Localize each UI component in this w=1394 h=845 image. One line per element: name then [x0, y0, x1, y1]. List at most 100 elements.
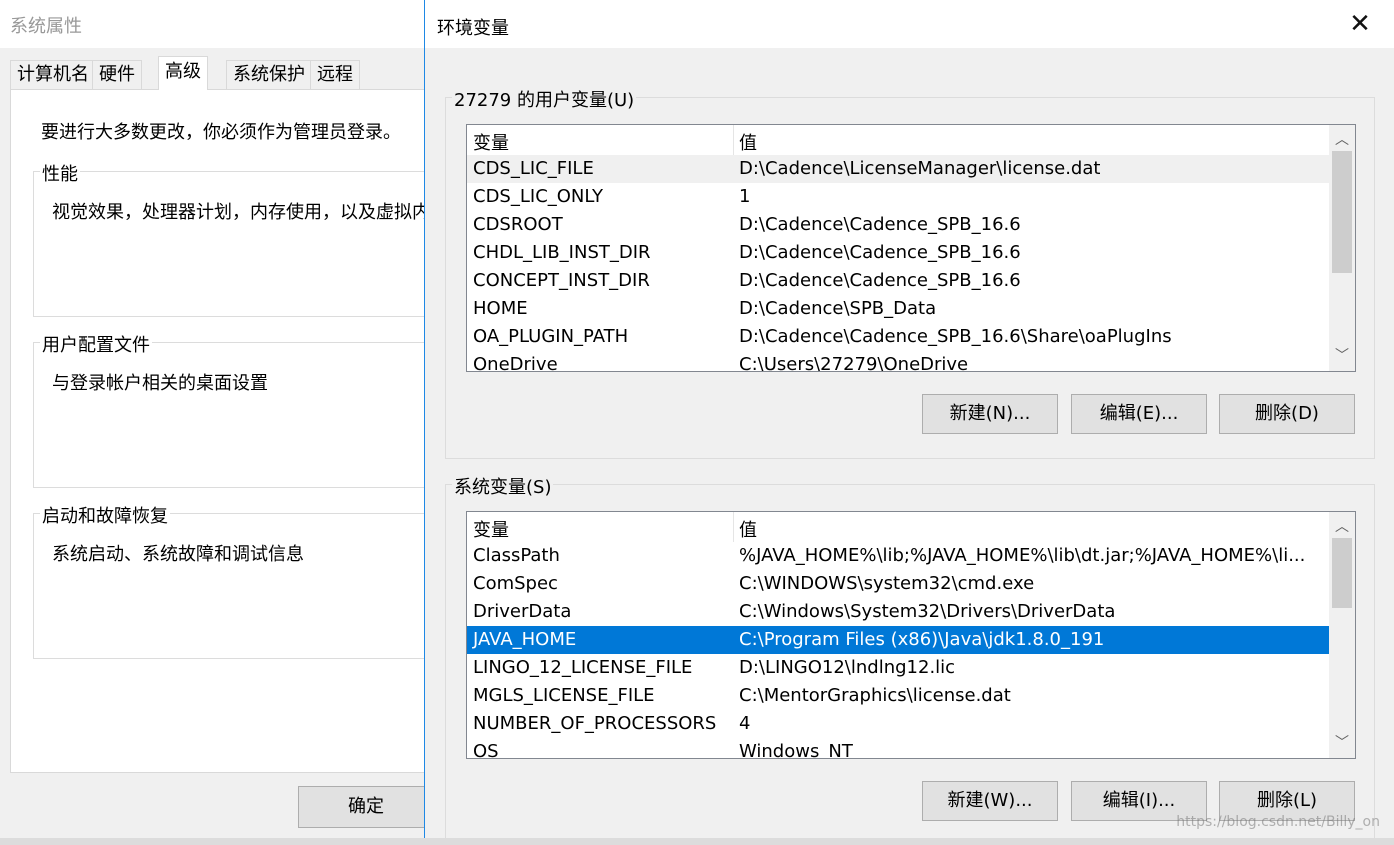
table-row[interactable]: LINGO_12_LICENSE_FILE D:\LINGO12\lndlng12… — [467, 654, 1329, 682]
watermark: https://blog.csdn.net/Billy_on — [1176, 814, 1380, 830]
scrollbar-thumb[interactable] — [1332, 151, 1352, 273]
tab-computer-name[interactable]: 计算机名 — [10, 60, 96, 89]
variable-value: D:\LINGO12\lndlng12.lic — [739, 657, 956, 678]
dialog-title: 环境变量 — [437, 18, 509, 39]
group-description: 系统启动、系统故障和调试信息 — [52, 544, 304, 565]
window-title: 系统属性 — [10, 16, 82, 37]
user-variables-list[interactable]: 变量 值 CDS_LIC_FILE D:\Cadence\LicenseManag… — [466, 124, 1356, 372]
group-description: 视觉效果，处理器计划，内存使用，以及虚拟内 — [52, 202, 430, 223]
system-properties-titlebar: 系统属性 — [0, 0, 430, 48]
user-new-button[interactable]: 新建(N)... — [922, 394, 1058, 434]
variable-value: D:\Cadence\LicenseManager\license.dat — [739, 158, 1101, 179]
startup-recovery-group: 启动和故障恢复 系统启动、系统故障和调试信息 — [33, 502, 435, 659]
variable-name: CDSROOT — [473, 214, 563, 235]
group-title: 启动和故障恢复 — [40, 502, 170, 528]
system-new-button[interactable]: 新建(W)... — [922, 781, 1058, 821]
variable-value: C:\Windows\System32\Drivers\DriverData — [739, 601, 1116, 622]
variable-name: MGLS_LICENSE_FILE — [473, 685, 655, 706]
table-row[interactable]: CDS_LIC_FILE D:\Cadence\LicenseManager\li… — [467, 155, 1329, 183]
variable-value: C:\Users\27279\OneDrive — [739, 354, 969, 372]
table-row[interactable]: OS Windows_NT — [467, 738, 1329, 759]
table-row[interactable]: DriverData C:\Windows\System32\Drivers\Dr… — [467, 598, 1329, 626]
dialog-titlebar: 环境变量 ✕ — [425, 0, 1394, 48]
variable-value: D:\Cadence\Cadence_SPB_16.6 — [739, 242, 1021, 263]
variable-name: CONCEPT_INST_DIR — [473, 270, 650, 291]
table-row-selected[interactable]: JAVA_HOME C:\Program Files (x86)\Java\jdk… — [467, 626, 1329, 654]
scroll-up-icon[interactable]: ︿ — [1329, 516, 1355, 538]
variable-value: %JAVA_HOME%\lib;%JAVA_HOME%\lib\dt.jar;%… — [739, 545, 1306, 566]
variable-name: OS — [473, 741, 499, 759]
table-row[interactable]: OneDrive C:\Users\27279\OneDrive — [467, 351, 1329, 372]
table-row[interactable]: CONCEPT_INST_DIR D:\Cadence\Cadence_SPB_1… — [467, 267, 1329, 295]
variable-name: CDS_LIC_ONLY — [473, 186, 604, 207]
system-variables-list[interactable]: 变量 值 ClassPath %JAVA_HOME%\lib;%JAVA_HOME… — [466, 511, 1356, 759]
table-row[interactable]: MGLS_LICENSE_FILE C:\MentorGraphics\licen… — [467, 682, 1329, 710]
column-header-value[interactable]: 值 — [739, 516, 757, 542]
variable-value: Windows_NT — [739, 741, 853, 759]
group-title: 性能 — [40, 160, 80, 186]
system-variables-group: 系统变量(S) 变量 值 ClassPath %JAVA_HOME%\lib;%J… — [445, 473, 1375, 845]
variable-value: C:\MentorGraphics\license.dat — [739, 685, 1011, 706]
environment-variables-dialog: 环境变量 ✕ 27279 的用户变量(U) 变量 值 CDS_LIC_FILE D… — [424, 0, 1394, 845]
admin-note: 要进行大多数更改，你必须作为管理员登录。 — [41, 122, 401, 143]
user-edit-button[interactable]: 编辑(E)... — [1071, 394, 1207, 434]
variable-value: D:\Cadence\Cadence_SPB_16.6 — [739, 270, 1021, 291]
scroll-down-icon[interactable]: ﹀ — [1329, 345, 1355, 367]
user-variables-group: 27279 的用户变量(U) 变量 值 CDS_LIC_FILE D:\Caden… — [445, 86, 1375, 459]
list-header: 变量 值 — [467, 125, 1329, 155]
variable-name: ClassPath — [473, 545, 560, 566]
variable-value: 1 — [739, 186, 751, 207]
column-divider[interactable] — [733, 125, 734, 155]
user-delete-button[interactable]: 删除(D) — [1219, 394, 1355, 434]
vertical-scrollbar[interactable]: ︿ ﹀ — [1329, 512, 1355, 758]
variable-value: D:\Cadence\Cadence_SPB_16.6 — [739, 214, 1021, 235]
variable-name: CHDL_LIB_INST_DIR — [473, 242, 651, 263]
scroll-down-icon[interactable]: ﹀ — [1329, 732, 1355, 754]
tab-advanced[interactable]: 高级 — [158, 56, 208, 90]
variable-name: OneDrive — [473, 354, 558, 372]
group-title: 用户配置文件 — [40, 331, 152, 357]
system-variables-rows: ClassPath %JAVA_HOME%\lib;%JAVA_HOME%\lib… — [467, 542, 1329, 759]
variable-value: C:\WINDOWS\system32\cmd.exe — [739, 573, 1035, 594]
user-profiles-group: 用户配置文件 与登录帐户相关的桌面设置 — [33, 331, 435, 488]
tab-remote[interactable]: 远程 — [310, 60, 360, 89]
variable-value: D:\Cadence\SPB_Data — [739, 298, 937, 319]
advanced-tab-panel: 要进行大多数更改，你必须作为管理员登录。 性能 视觉效果，处理器计划，内存使用，… — [10, 89, 435, 773]
variable-value: D:\Cadence\Cadence_SPB_16.6\Share\oaPlug… — [739, 326, 1172, 347]
table-row[interactable]: ComSpec C:\WINDOWS\system32\cmd.exe — [467, 570, 1329, 598]
variable-value: 4 — [739, 713, 751, 734]
column-header-variable[interactable]: 变量 — [473, 516, 509, 542]
ok-button[interactable]: 确定 — [298, 786, 434, 828]
system-properties-window: 系统属性 计算机名 硬件 高级 系统保护 远程 要进行大多数更改，你必须作为管理… — [0, 0, 435, 838]
vertical-scrollbar[interactable]: ︿ ﹀ — [1329, 125, 1355, 371]
table-row[interactable]: CDS_LIC_ONLY 1 — [467, 183, 1329, 211]
variable-name: LINGO_12_LICENSE_FILE — [473, 657, 693, 678]
variable-name: OA_PLUGIN_PATH — [473, 326, 629, 347]
system-variables-title: 系统变量(S) — [452, 473, 554, 499]
list-header: 变量 值 — [467, 512, 1329, 542]
table-row[interactable]: NUMBER_OF_PROCESSORS 4 — [467, 710, 1329, 738]
table-row[interactable]: OA_PLUGIN_PATH D:\Cadence\Cadence_SPB_16.… — [467, 323, 1329, 351]
column-header-value[interactable]: 值 — [739, 129, 757, 155]
close-icon[interactable]: ✕ — [1346, 10, 1374, 38]
variable-name: JAVA_HOME — [473, 629, 577, 650]
table-row[interactable]: ClassPath %JAVA_HOME%\lib;%JAVA_HOME%\lib… — [467, 542, 1329, 570]
tab-strip: 计算机名 硬件 高级 系统保护 远程 — [10, 56, 430, 90]
variable-name: NUMBER_OF_PROCESSORS — [473, 713, 717, 734]
user-variables-title: 27279 的用户变量(U) — [452, 86, 637, 112]
tab-hardware[interactable]: 硬件 — [92, 60, 142, 89]
variable-name: HOME — [473, 298, 528, 319]
table-row[interactable]: HOME D:\Cadence\SPB_Data — [467, 295, 1329, 323]
variable-value: C:\Program Files (x86)\Java\jdk1.8.0_191 — [739, 629, 1105, 650]
scroll-up-icon[interactable]: ︿ — [1329, 129, 1355, 151]
column-header-variable[interactable]: 变量 — [473, 129, 509, 155]
table-row[interactable]: CHDL_LIB_INST_DIR D:\Cadence\Cadence_SPB_… — [467, 239, 1329, 267]
tab-system-protection[interactable]: 系统保护 — [226, 60, 312, 89]
table-row[interactable]: CDSROOT D:\Cadence\Cadence_SPB_16.6 — [467, 211, 1329, 239]
variable-name: ComSpec — [473, 573, 558, 594]
variable-name: CDS_LIC_FILE — [473, 158, 594, 179]
performance-group: 性能 视觉效果，处理器计划，内存使用，以及虚拟内 — [33, 160, 435, 317]
column-divider[interactable] — [733, 512, 734, 542]
scrollbar-thumb[interactable] — [1332, 538, 1352, 608]
group-description: 与登录帐户相关的桌面设置 — [52, 373, 268, 394]
